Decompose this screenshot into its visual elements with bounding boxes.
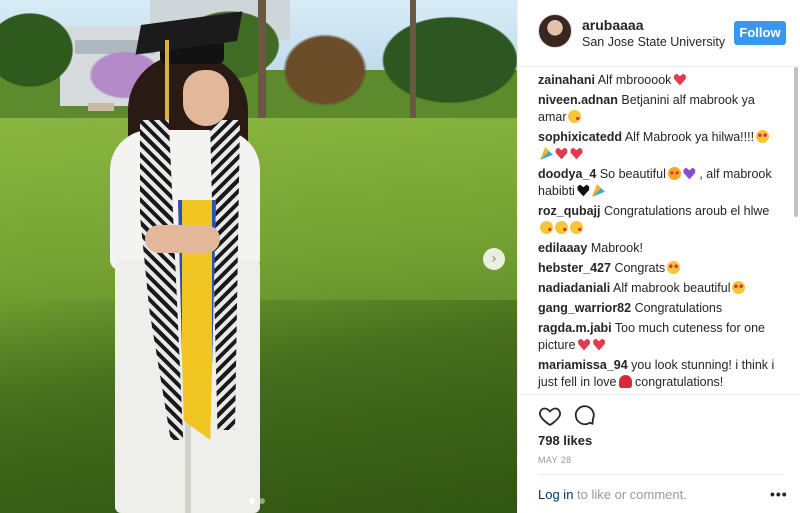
comment-username[interactable]: ragda.m.jabi: [538, 321, 612, 335]
more-options-button[interactable]: •••: [770, 486, 788, 502]
post-header: arubaaaa San Jose State University Follo…: [518, 0, 800, 67]
heart-eyes-icon: [667, 261, 681, 274]
rose-icon: [618, 375, 632, 388]
comment-username[interactable]: nadiadaniali: [538, 281, 610, 295]
heart-outline-icon[interactable]: [538, 404, 562, 428]
comment-item: nadiadaniali Alf mabrook beautiful: [538, 280, 783, 297]
comment-username[interactable]: roz_qubajj: [538, 204, 601, 218]
kiss-icon: [570, 221, 583, 234]
carousel-next-button[interactable]: ›: [483, 248, 505, 270]
comment-text: Mabrook!: [590, 241, 643, 255]
comment-text: Congrats: [614, 261, 666, 275]
comment-username[interactable]: mariamissa_94: [538, 358, 628, 372]
comment-username[interactable]: sophixicatedd: [538, 130, 622, 144]
comment-item: zainahani Alf mbrooook: [538, 72, 783, 89]
post-sidebar: arubaaaa San Jose State University Follo…: [517, 0, 800, 513]
post-username[interactable]: arubaaaa: [582, 17, 643, 33]
comment-text: Alf mabrook beautiful: [613, 281, 731, 295]
comment-item: gang_warrior82 Congratulations: [538, 300, 783, 317]
heart-eyes-icon: [756, 130, 770, 143]
heart-icon: [555, 147, 568, 160]
party-icon: [540, 147, 553, 160]
comment-text: Alf mbrooook: [597, 73, 672, 87]
heart-icon: [674, 73, 686, 86]
login-link[interactable]: Log in: [538, 487, 573, 502]
heart-eyes-cat-icon: [667, 167, 681, 180]
heart-icon: [578, 338, 590, 351]
comment-item: hebster_427 Congrats: [538, 260, 783, 277]
purple-heart-icon: [683, 167, 696, 180]
black-heart-icon: [577, 184, 590, 197]
login-prompt-text: to like or comment.: [573, 487, 687, 502]
comment-text: Alf Mabrook ya hilwa!!!!: [624, 130, 755, 144]
avatar[interactable]: [538, 14, 572, 48]
comment-text: congratulations!: [635, 375, 724, 389]
chevron-right-icon: ›: [491, 251, 497, 267]
kiss-icon: [540, 221, 553, 234]
cap-tassel: [165, 40, 169, 120]
scrollbar-thumb[interactable]: [794, 67, 798, 217]
follow-button[interactable]: Follow: [734, 21, 786, 45]
comment-username[interactable]: gang_warrior82: [538, 301, 631, 315]
graduate-face: [183, 70, 229, 126]
graduate-arms: [145, 225, 220, 253]
carousel-dot-active: [249, 498, 255, 504]
carousel-dot: [259, 498, 265, 504]
comment-item: edilaaay Mabrook!: [538, 240, 783, 257]
heart-icon: [593, 338, 605, 351]
comment-username[interactable]: niveen.adnan: [538, 93, 618, 107]
comment-text: So beautiful: [599, 167, 666, 181]
comment-item: roz_qubajj Congratulations aroub el hlwe: [538, 203, 783, 237]
kiss-icon: [568, 110, 582, 123]
heart-icon: [570, 147, 583, 160]
comment-username[interactable]: edilaaay: [538, 241, 587, 255]
photo-graduate: [0, 0, 517, 513]
comment-item: doodya_4 So beautiful , alf mabrook habi…: [538, 166, 783, 200]
heart-eyes-icon: [732, 281, 746, 294]
login-prompt: Log in to like or comment.: [538, 487, 687, 502]
comment-bubble-icon[interactable]: [572, 404, 596, 428]
comment-item: sophixicatedd Alf Mabrook ya hilwa!!!!: [538, 129, 783, 163]
kiss-icon: [555, 221, 568, 234]
divider: [538, 474, 783, 475]
comment-username[interactable]: zainahani: [538, 73, 595, 87]
post-location[interactable]: San Jose State University: [582, 35, 725, 49]
comment-item: ragda.m.jabi Too much cuteness for one p…: [538, 320, 783, 354]
comment-text: Congratulations aroub el hlwe: [604, 204, 770, 218]
party-icon: [591, 184, 605, 197]
carousel-indicator: [249, 498, 265, 504]
comments-list[interactable]: zainahani Alf mbrooook niveen.adnan Betja…: [518, 67, 793, 394]
likes-count[interactable]: 798 likes: [538, 433, 592, 448]
comment-item: mariamissa_94 you look stunning! i think…: [538, 357, 783, 391]
post-photo[interactable]: ›: [0, 0, 517, 513]
post-actions: 798 likes MAY 28 Log in to like or comme…: [518, 394, 800, 512]
comment-item: niveen.adnan Betjanini alf mabrook ya am…: [538, 92, 783, 126]
comment-username[interactable]: doodya_4: [538, 167, 596, 181]
comment-text: Congratulations: [634, 301, 723, 315]
post-date: MAY 28: [538, 455, 572, 465]
comments-scrollbar[interactable]: [794, 67, 799, 394]
comment-username[interactable]: hebster_427: [538, 261, 611, 275]
